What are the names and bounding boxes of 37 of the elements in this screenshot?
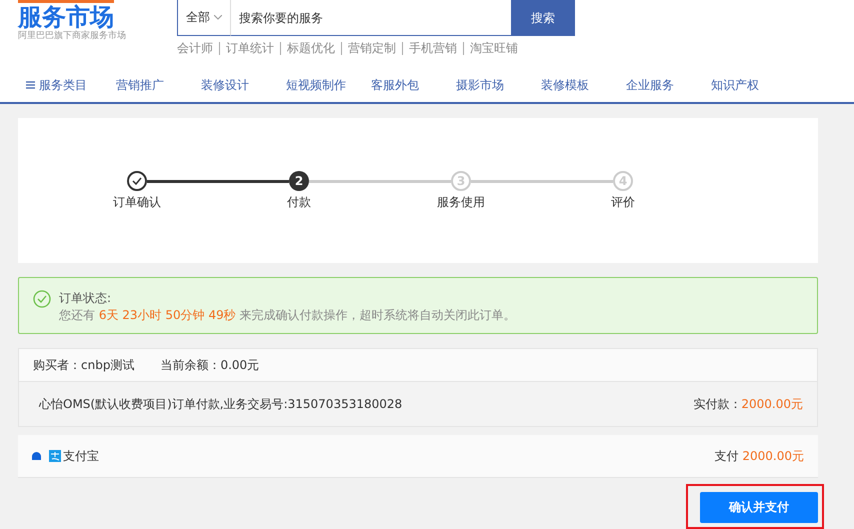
- payment-method: 支付宝: [63, 448, 99, 464]
- balance: 当前余额：0.00元: [160, 356, 260, 374]
- chevron-down-icon: [214, 15, 222, 20]
- hot-search-link[interactable]: 标题优化: [287, 40, 335, 57]
- amount-paid: 实付款：2000.00元: [693, 396, 803, 412]
- check-circle-icon: [33, 290, 51, 308]
- step-label: 服务使用: [437, 194, 485, 211]
- menu-icon[interactable]: [26, 81, 35, 89]
- logo-title[interactable]: 服务市场: [18, 0, 114, 31]
- order-description: 心怡OMS(默认收费项目)订单付款,业务交易号:315070353180028: [39, 396, 402, 412]
- logo-subtitle: 阿里巴巴旗下商家服务市场: [18, 31, 127, 42]
- hot-search-link[interactable]: 会计师: [177, 40, 213, 57]
- nav-link[interactable]: 装修设计: [201, 76, 286, 94]
- status-message: 您还有 6天 23小时 50分钟 49秒 来完成确认付款操作，超时系统将自动关闭此订单。: [59, 307, 516, 324]
- buyer-name: 购买者：cnbp测试: [33, 356, 134, 374]
- status-title: 订单状态:: [59, 290, 112, 307]
- step-label: 订单确认: [113, 194, 161, 211]
- nav-link[interactable]: 营销推广: [116, 76, 201, 94]
- nav-link[interactable]: 知识产权: [711, 76, 796, 94]
- nav-link[interactable]: 摄影市场: [456, 76, 541, 94]
- search-button[interactable]: 搜索: [511, 0, 575, 36]
- hot-search-link[interactable]: 订单统计: [226, 40, 274, 57]
- hot-search-link[interactable]: 营销定制: [348, 40, 396, 57]
- nav-link[interactable]: 客服外包: [371, 76, 456, 94]
- nav-link[interactable]: 装修模板: [541, 76, 626, 94]
- category-menu-link[interactable]: 服务类目: [39, 76, 87, 94]
- step-label: 付款: [287, 194, 311, 211]
- step-label: 评价: [611, 194, 635, 211]
- hot-search-link[interactable]: 手机营销: [409, 40, 457, 57]
- nav-link[interactable]: 短视频制作: [286, 76, 371, 94]
- payment-amount: 支付 2000.00元: [714, 448, 804, 464]
- alipay-icon: [49, 450, 61, 462]
- hot-search-link[interactable]: 淘宝旺铺: [470, 40, 518, 57]
- confirm-pay-button[interactable]: 确认并支付: [700, 492, 818, 523]
- nav-link[interactable]: 企业服务: [626, 76, 711, 94]
- payment-radio[interactable]: [32, 452, 41, 460]
- step-circle: 2: [289, 171, 309, 191]
